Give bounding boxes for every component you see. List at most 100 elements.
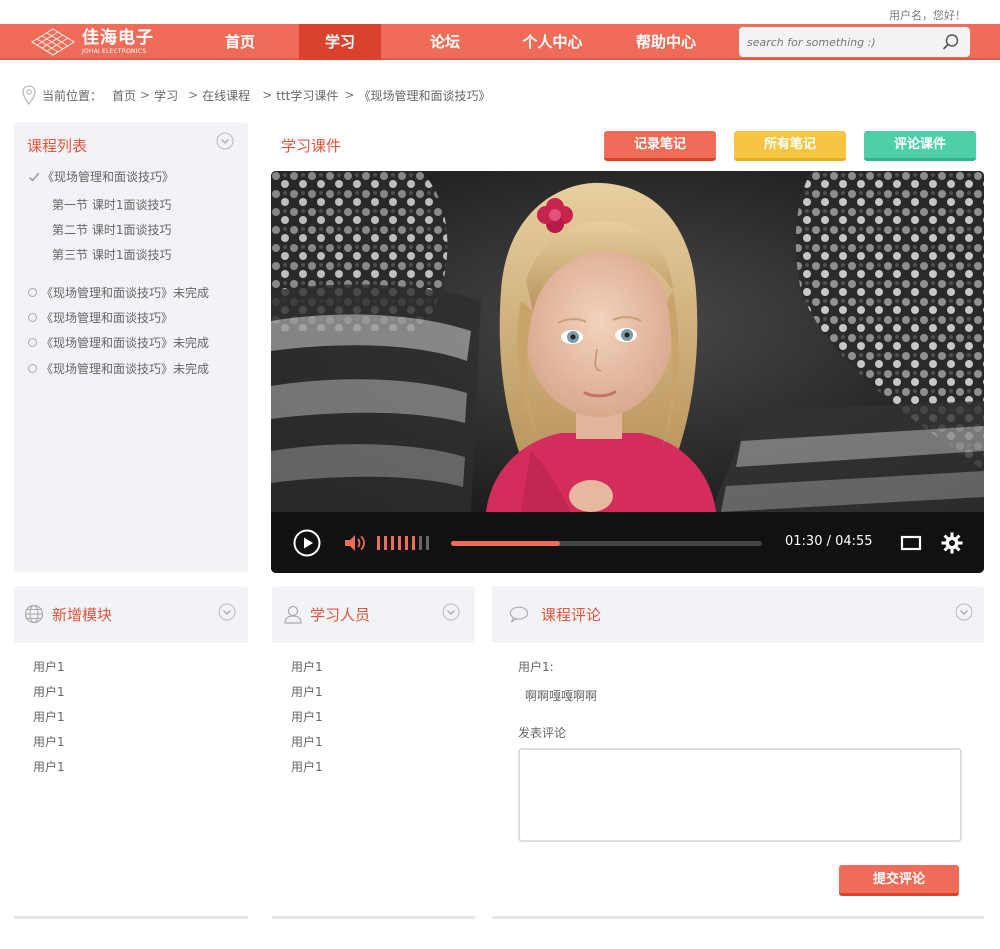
time-display: 01:30 / 04:55 <box>785 534 873 549</box>
all-notes-button[interactable]: 所有笔记 <box>734 131 846 161</box>
course-item[interactable]: 《现场管理和面谈技巧》未完成 <box>28 284 209 301</box>
list-item[interactable]: 用户1 <box>291 683 323 700</box>
post-comment-label: 发表评论 <box>518 726 567 740</box>
course-item[interactable]: 《现场管理和面谈技巧》未完成 <box>28 334 209 351</box>
course-item-label: 《现场管理和面谈技巧》未完成 <box>41 336 210 350</box>
comments-panel: 课程评论 用户1: 啊啊嘎嘎啊啊 发表评论 提交评论 <box>492 586 984 919</box>
logo-icon <box>31 28 75 56</box>
current-course[interactable]: 《现场管理和面谈技巧》 <box>28 168 174 185</box>
volume-level-bars[interactable] <box>377 536 429 550</box>
circle-icon <box>28 313 37 322</box>
search-icon[interactable] <box>942 33 960 51</box>
volume-bar <box>426 536 429 550</box>
volume-bar <box>391 536 394 550</box>
comment-text: 啊啊嘎嘎啊啊 <box>525 689 598 703</box>
list-item[interactable]: 用户1 <box>33 658 65 675</box>
gear-icon[interactable] <box>941 532 963 554</box>
lesson-item[interactable]: 第三节 课时1面谈技巧 <box>52 246 171 263</box>
course-item-label: 《现场管理和面谈技巧》 <box>41 311 174 325</box>
nav-home[interactable]: 首页 <box>190 24 290 60</box>
breadcrumb-home[interactable]: 首页 <box>112 87 136 104</box>
list-item[interactable]: 用户1 <box>291 658 323 675</box>
comments-title: 课程评论 <box>541 606 602 624</box>
breadcrumb-separator: > <box>140 88 151 102</box>
record-note-button[interactable]: 记录笔记 <box>604 131 716 161</box>
speech-bubble-icon <box>509 606 529 624</box>
current-course-label: 《现场管理和面谈技巧》 <box>42 170 175 184</box>
player-controls: 01:30 / 04:55 <box>271 512 984 573</box>
submit-comment-button[interactable]: 提交评论 <box>839 865 959 896</box>
lesson-item[interactable]: 第一节 课时1面谈技巧 <box>52 196 171 213</box>
course-item[interactable]: 《现场管理和面谈技巧》未完成 <box>28 360 209 377</box>
fullscreen-icon[interactable] <box>900 534 922 552</box>
comments-header: 课程评论 <box>492 586 984 643</box>
chevron-down-icon[interactable] <box>955 603 973 621</box>
learners-title: 学习人员 <box>310 606 371 624</box>
volume-bar <box>384 536 387 550</box>
breadcrumb-online-course[interactable]: 在线课程 <box>202 87 250 104</box>
nav-help[interactable]: 帮助中心 <box>620 24 712 60</box>
list-item[interactable]: 用户1 <box>33 733 65 750</box>
nav-profile[interactable]: 个人中心 <box>505 24 600 60</box>
chevron-down-icon[interactable] <box>218 603 236 621</box>
breadcrumb-separator: > <box>344 88 355 102</box>
breadcrumb-prefix: 当前位置： <box>42 88 103 103</box>
volume-bar <box>377 536 380 550</box>
course-item-label: 《现场管理和面谈技巧》未完成 <box>41 286 210 300</box>
circle-icon <box>28 364 37 373</box>
search-input[interactable] <box>747 33 937 51</box>
comment-course-button[interactable]: 评论课件 <box>864 131 976 161</box>
courseware-title: 学习课件 <box>281 137 342 155</box>
logo-subtitle: JOHAI ELECTRONICS <box>82 47 147 55</box>
circle-icon <box>28 288 37 297</box>
volume-bar <box>398 536 401 550</box>
course-item[interactable]: 《现场管理和面谈技巧》 <box>28 309 173 326</box>
volume-bar <box>405 536 408 550</box>
list-item[interactable]: 用户1 <box>291 758 323 775</box>
breadcrumb-separator: > <box>262 88 273 102</box>
lesson-item[interactable]: 第二节 课时1面谈技巧 <box>52 221 171 238</box>
circle-icon <box>28 338 37 347</box>
volume-icon[interactable] <box>344 534 366 552</box>
user-icon <box>284 605 302 624</box>
new-module-title: 新增模块 <box>52 606 113 624</box>
nav-forum[interactable]: 论坛 <box>400 24 490 60</box>
learners-panel: 学习人员 用户1 用户1 用户1 用户1 用户1 <box>272 586 475 919</box>
search-box <box>739 27 970 57</box>
learners-header: 学习人员 <box>272 586 475 643</box>
comment-author: 用户1: <box>518 660 554 674</box>
volume-bar <box>419 536 422 550</box>
breadcrumb: 当前位置： 首页 > 学习 > 在线课程 > ttt学习课件 > 《现场管理和面… <box>22 82 494 108</box>
new-module-header: 新增模块 <box>14 586 248 643</box>
chevron-down-icon[interactable] <box>442 603 460 621</box>
comment-textarea[interactable] <box>518 748 962 842</box>
list-item[interactable]: 用户1 <box>33 708 65 725</box>
video-player[interactable]: 01:30 / 04:55 <box>271 171 984 573</box>
course-item-label: 《现场管理和面谈技巧》未完成 <box>41 362 210 376</box>
chevron-down-icon[interactable] <box>216 132 234 150</box>
course-list-panel: 课程列表 《现场管理和面谈技巧》 第一节 课时1面谈技巧 第二节 课时1面谈技巧… <box>14 122 248 572</box>
course-list-title: 课程列表 <box>27 137 88 155</box>
progress-bar[interactable] <box>451 541 762 546</box>
video-frame <box>271 171 984 512</box>
breadcrumb-learn[interactable]: 学习 <box>154 87 178 104</box>
nav-learn[interactable]: 学习 <box>299 24 381 60</box>
top-bar: 用户名，您好！ <box>0 0 1000 24</box>
list-item[interactable]: 用户1 <box>33 683 65 700</box>
user-greeting[interactable]: 用户名，您好！ <box>889 7 966 23</box>
list-item[interactable]: 用户1 <box>291 733 323 750</box>
breadcrumb-current: 《现场管理和面谈技巧》 <box>358 88 491 103</box>
volume-bar <box>412 536 415 550</box>
check-icon <box>28 172 40 182</box>
globe-icon <box>24 604 44 624</box>
breadcrumb-courseware[interactable]: ttt学习课件 <box>276 87 338 104</box>
logo-name: 佳海电子 <box>82 27 154 48</box>
progress-fill <box>451 541 560 546</box>
new-module-panel: 新增模块 用户1 用户1 用户1 用户1 用户1 <box>14 586 248 919</box>
navbar: 佳海电子 JOHAI ELECTRONICS 首页 学习 论坛 个人中心 帮助中… <box>0 24 1000 60</box>
list-item[interactable]: 用户1 <box>33 758 65 775</box>
logo[interactable]: 佳海电子 JOHAI ELECTRONICS <box>30 26 154 58</box>
breadcrumb-separator: > <box>188 88 199 102</box>
list-item[interactable]: 用户1 <box>291 708 323 725</box>
play-icon[interactable] <box>293 529 321 557</box>
